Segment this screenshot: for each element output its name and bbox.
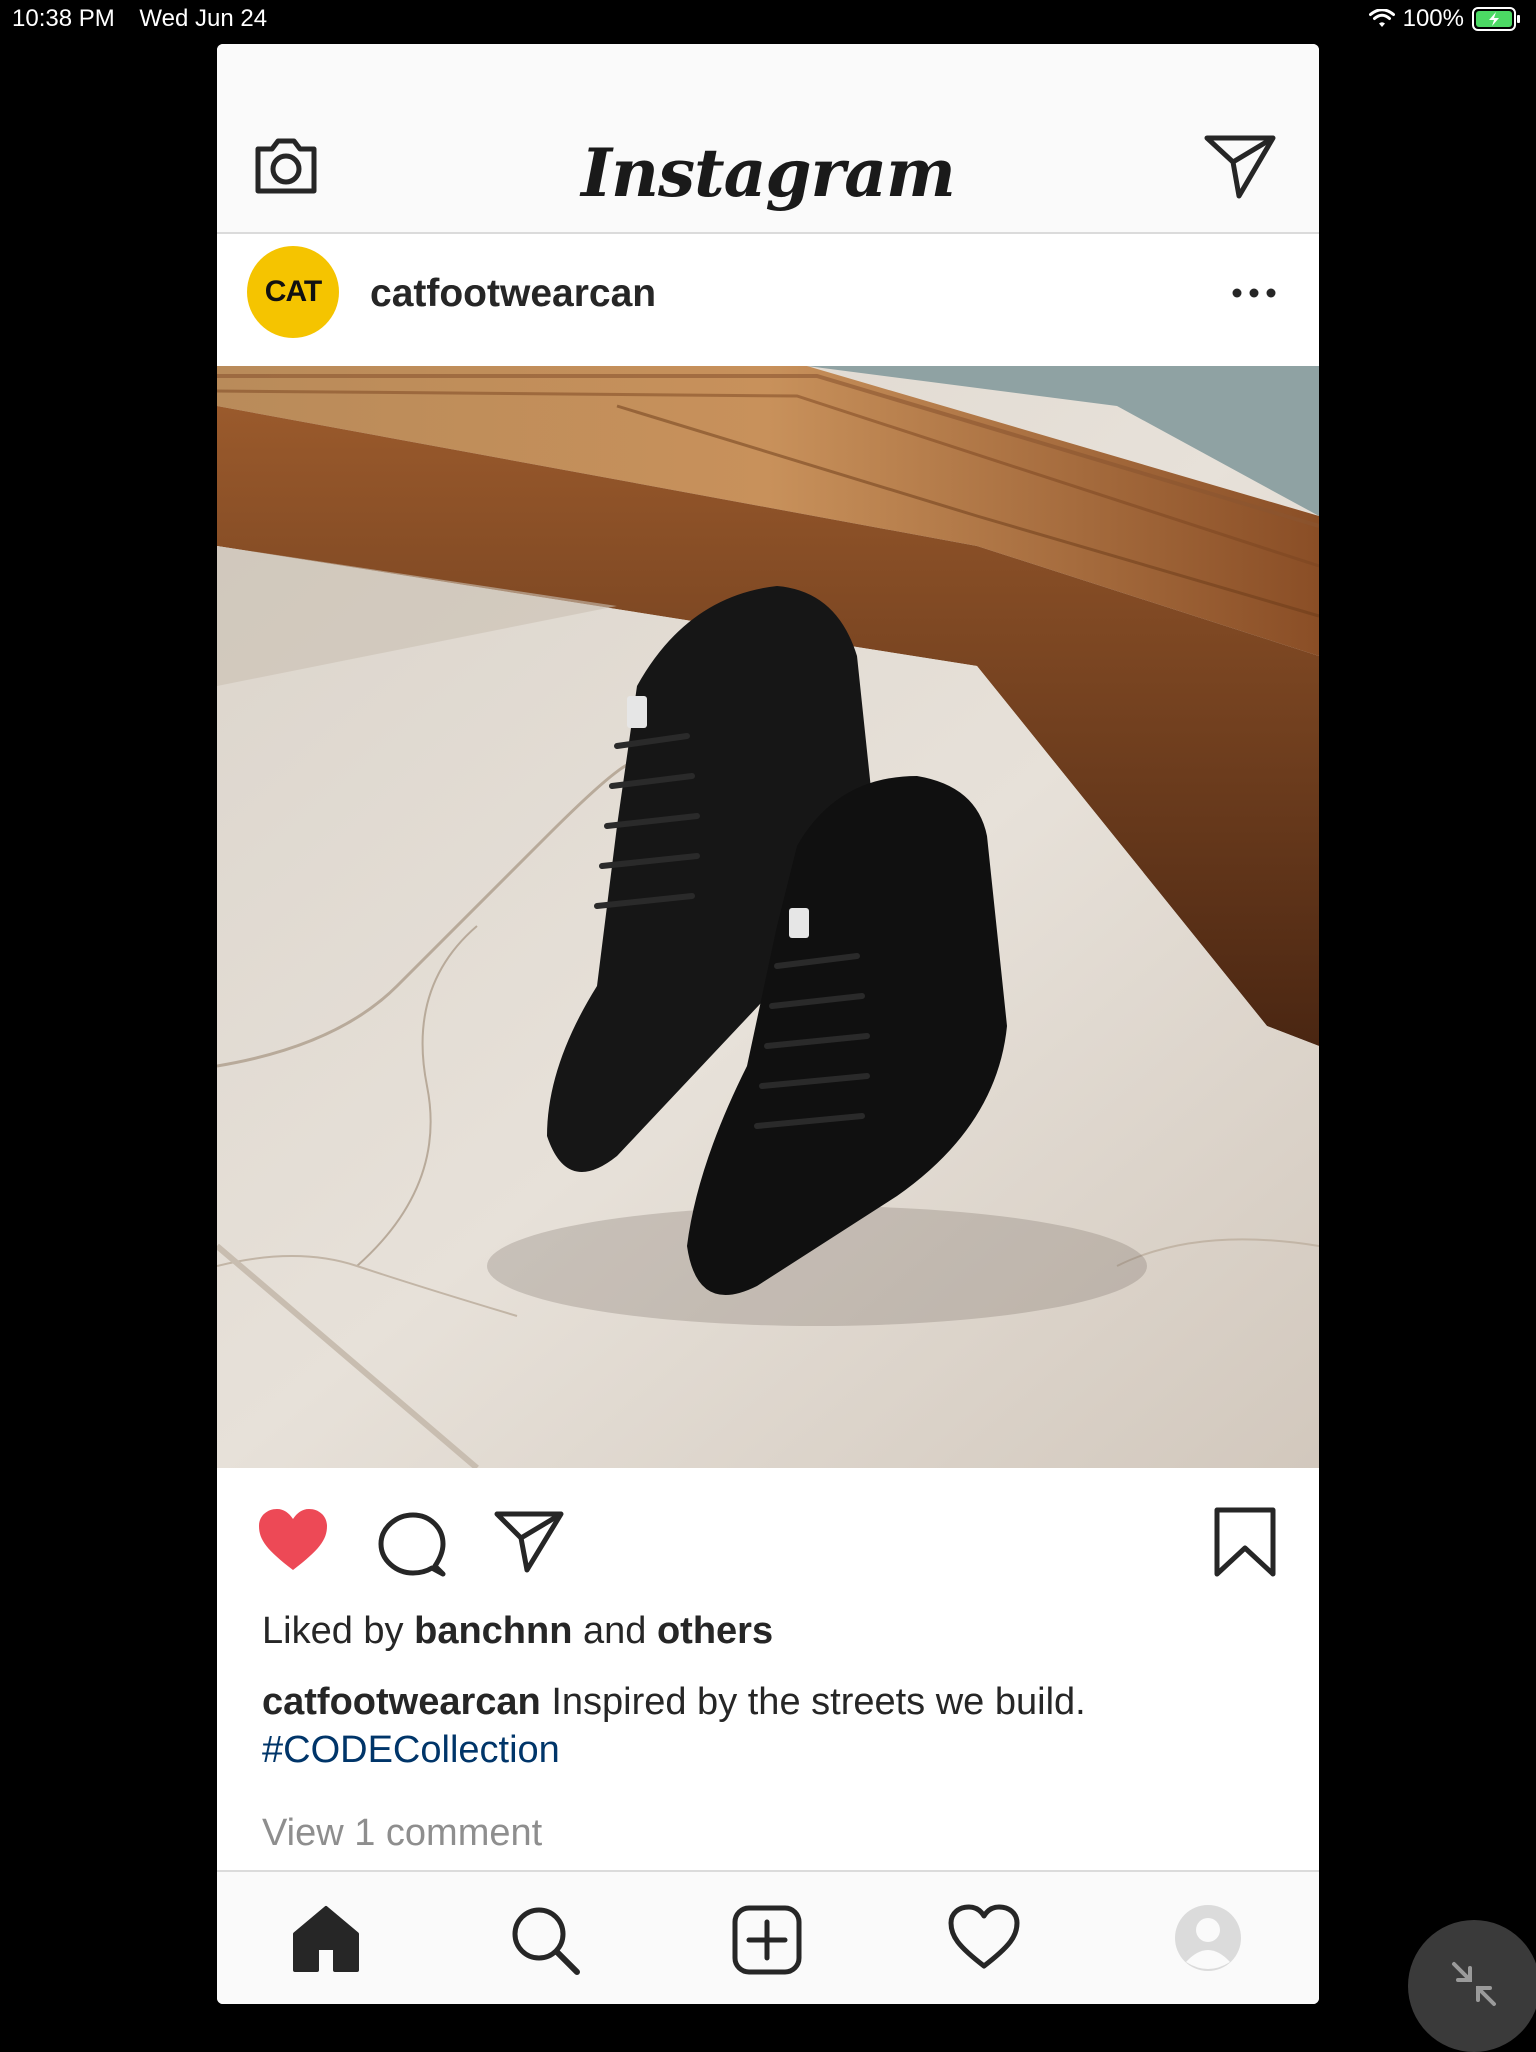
post-photo[interactable] bbox=[217, 366, 1319, 1468]
battery-percent: 100% bbox=[1402, 5, 1464, 32]
likes-text: Liked by banchnn and others bbox=[262, 1610, 773, 1653]
minimize-button[interactable] bbox=[1408, 1920, 1536, 2052]
activity-heart-icon[interactable] bbox=[948, 1904, 1020, 1975]
caption-hashtag[interactable]: #CODECollection bbox=[262, 1726, 1282, 1774]
bookmark-icon[interactable] bbox=[1213, 1506, 1277, 1583]
avatar[interactable]: CAT bbox=[247, 246, 339, 338]
status-right: 100% bbox=[1368, 5, 1522, 33]
post-actions bbox=[217, 1468, 1319, 1588]
caption-username[interactable]: catfootwearcan bbox=[262, 1681, 541, 1723]
home-icon[interactable] bbox=[291, 1904, 361, 1979]
caption-text: Inspired by the streets we build. bbox=[551, 1681, 1086, 1723]
bottom-tab-bar bbox=[217, 1870, 1319, 2004]
more-options-icon[interactable] bbox=[1230, 286, 1278, 305]
like-heart-icon[interactable] bbox=[257, 1508, 329, 1577]
comment-icon[interactable] bbox=[377, 1510, 447, 1585]
post-username[interactable]: catfootwearcan bbox=[370, 272, 656, 316]
search-icon[interactable] bbox=[509, 1904, 581, 1981]
status-bar: 10:38 PM Wed Jun 24 100% bbox=[0, 0, 1536, 40]
wifi-icon bbox=[1368, 9, 1395, 29]
post-caption: catfootwearcan Inspired by the streets w… bbox=[262, 1678, 1282, 1774]
status-date: Wed Jun 24 bbox=[139, 5, 268, 32]
top-nav: Instagram bbox=[217, 44, 1319, 234]
direct-message-icon[interactable] bbox=[1203, 132, 1279, 205]
minimize-arrows-icon bbox=[1450, 1960, 1498, 2013]
likes-middle: and bbox=[583, 1610, 647, 1652]
likes-others[interactable]: others bbox=[657, 1610, 773, 1652]
add-post-icon[interactable] bbox=[731, 1904, 803, 1981]
likes-prefix: Liked by bbox=[262, 1610, 404, 1652]
status-time: 10:38 PM bbox=[12, 5, 115, 32]
status-left: 10:38 PM Wed Jun 24 bbox=[12, 5, 285, 33]
view-comments-link[interactable]: View 1 comment bbox=[262, 1812, 542, 1855]
likes-user[interactable]: banchnn bbox=[414, 1610, 572, 1652]
profile-icon[interactable] bbox=[1174, 1904, 1242, 1977]
instagram-app: Instagram CAT catfootwearcan Liked by ba… bbox=[217, 44, 1319, 2004]
battery-icon bbox=[1472, 7, 1522, 31]
share-icon[interactable] bbox=[493, 1510, 565, 1579]
post-header: CAT catfootwearcan bbox=[217, 234, 1319, 366]
instagram-logo: Instagram bbox=[581, 134, 956, 212]
